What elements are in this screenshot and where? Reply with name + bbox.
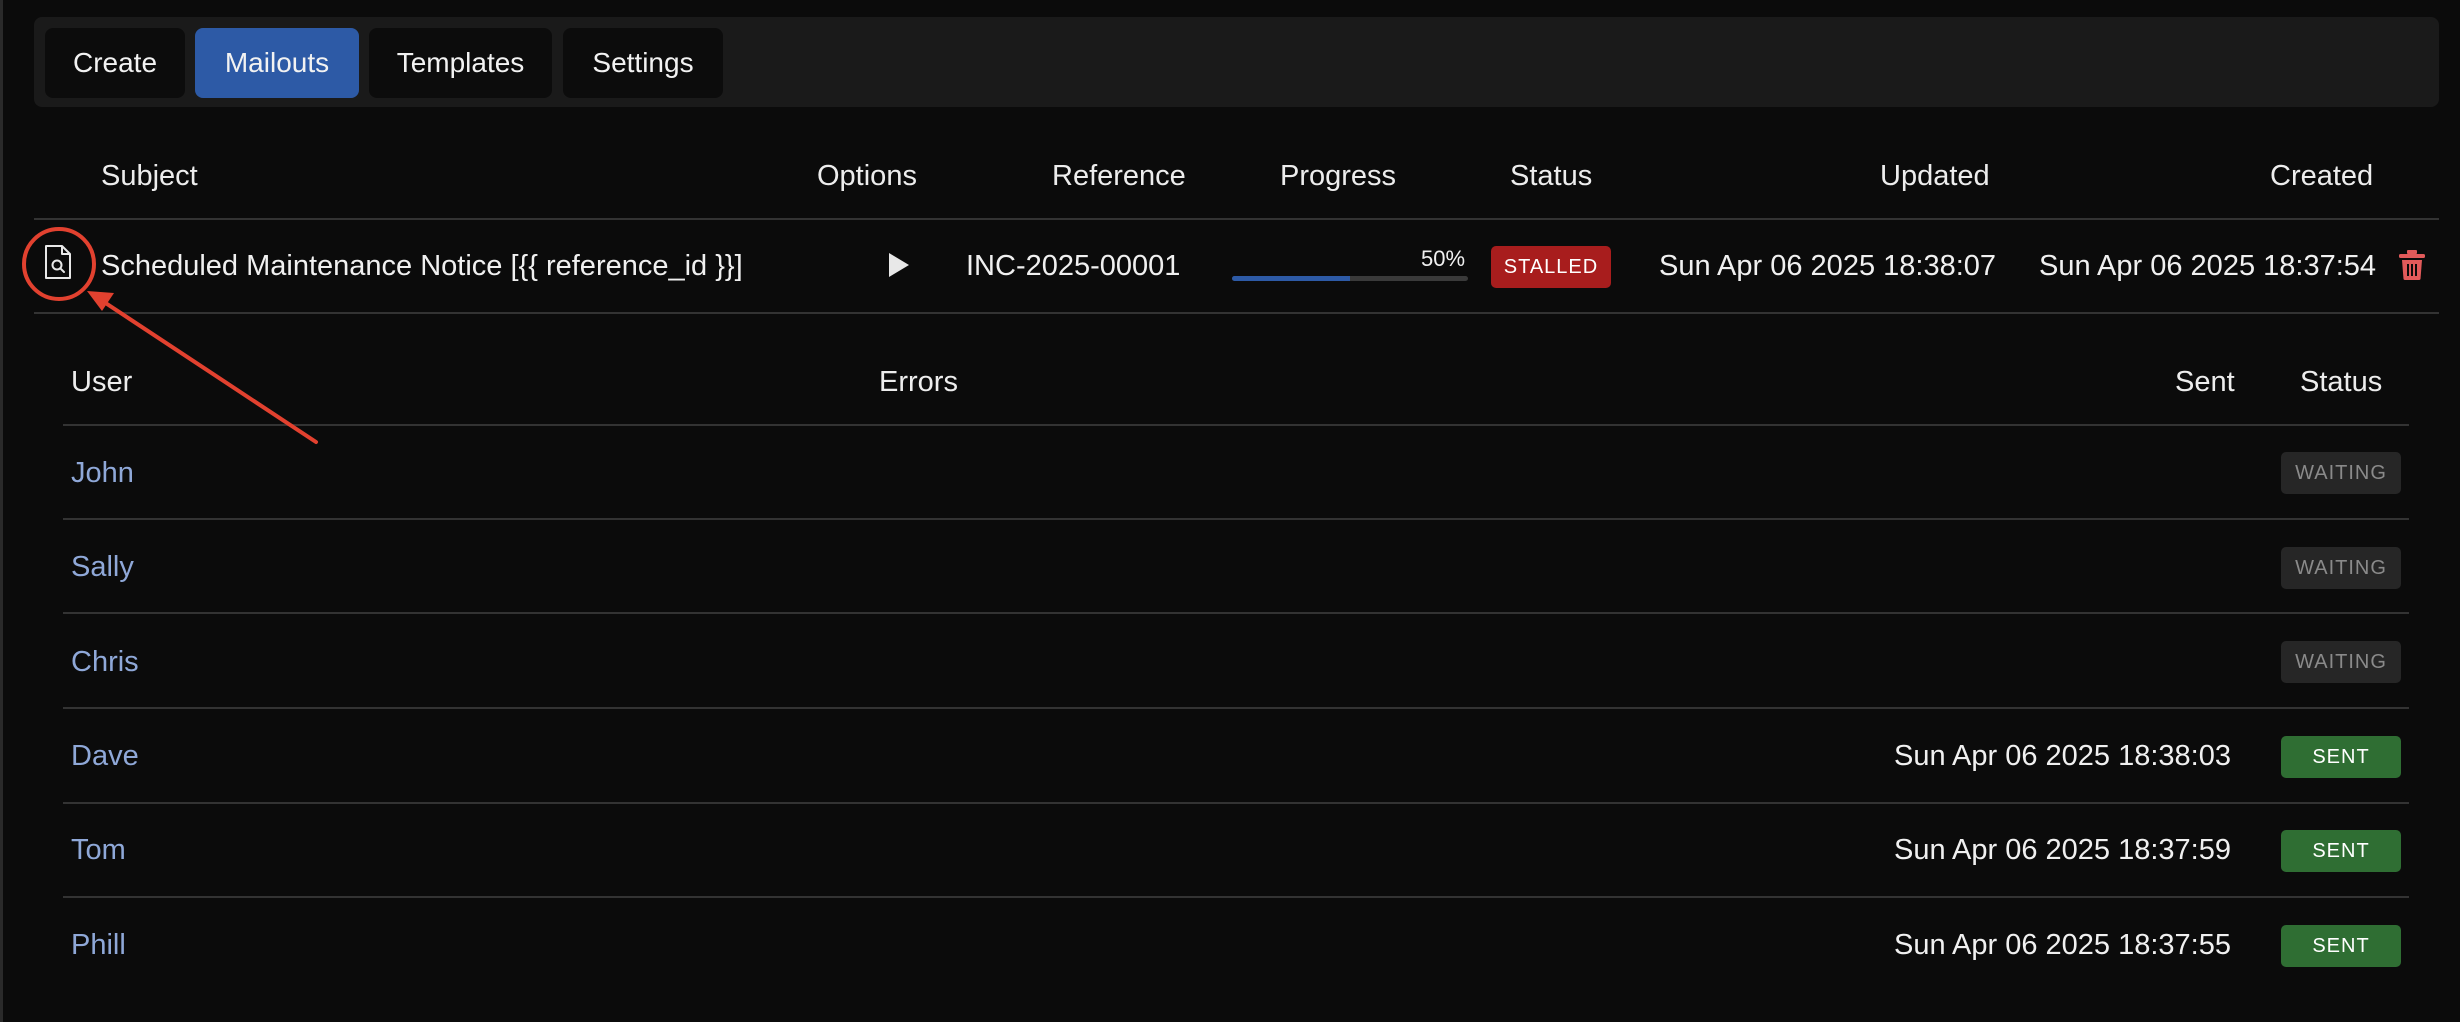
user-link[interactable]: Phill	[71, 927, 126, 963]
progress-label: 50%	[1421, 246, 1466, 271]
sub-header-divider	[63, 424, 2409, 426]
mailout-subject: Scheduled Maintenance Notice [{{ referen…	[101, 250, 743, 282]
status-badge: SENT	[2281, 736, 2401, 778]
sent-time: Sun Apr 06 2025 18:37:55	[1893, 929, 2231, 961]
progress-fill	[1232, 276, 1350, 281]
trash-icon[interactable]	[2398, 249, 2426, 281]
status-badge: SENT	[2281, 830, 2401, 872]
tab-bar: Create Mailouts Templates Settings	[34, 17, 2439, 107]
header-subject: Subject	[101, 160, 198, 192]
header-divider	[34, 218, 2439, 220]
row-divider	[34, 312, 2439, 314]
tab-create[interactable]: Create	[45, 28, 185, 98]
tab-templates[interactable]: Templates	[369, 28, 552, 98]
play-icon[interactable]	[887, 252, 911, 278]
user-link[interactable]: Sally	[71, 549, 134, 585]
tab-settings[interactable]: Settings	[563, 28, 723, 98]
row-divider	[63, 612, 2409, 614]
header-progress: Progress	[1280, 160, 1397, 192]
user-link[interactable]: John	[71, 455, 134, 491]
header-errors: Errors	[879, 366, 958, 398]
mailout-created: Sun Apr 06 2025 18:37:54	[2039, 250, 2377, 282]
header-updated: Updated	[1880, 160, 1990, 192]
annotation-arrow	[87, 291, 318, 444]
mailout-reference: INC-2025-00001	[966, 250, 1181, 282]
app-frame: Create Mailouts Templates Settings Subje…	[0, 0, 2460, 1022]
sent-time: Sun Apr 06 2025 18:38:03	[1893, 740, 2231, 772]
row-divider	[63, 707, 2409, 709]
annotation-circle	[22, 227, 96, 301]
user-link[interactable]: Tom	[71, 832, 126, 868]
header-options: Options	[817, 160, 917, 192]
row-divider	[63, 518, 2409, 520]
status-badge: WAITING	[2281, 641, 2401, 683]
status-badge: SENT	[2281, 925, 2401, 967]
row-divider	[63, 896, 2409, 898]
header-reference: Reference	[1052, 160, 1186, 192]
status-badge: WAITING	[2281, 452, 2401, 494]
mailout-updated: Sun Apr 06 2025 18:38:07	[1659, 250, 1997, 282]
header-recipient-status: Status	[2300, 366, 2383, 398]
header-created: Created	[2270, 160, 2374, 192]
sent-time: Sun Apr 06 2025 18:37:59	[1893, 834, 2231, 866]
header-status: Status	[1510, 160, 1593, 192]
status-badge: STALLED	[1491, 246, 1611, 288]
header-sent: Sent	[2175, 366, 2235, 398]
row-divider	[63, 802, 2409, 804]
header-user: User	[71, 366, 133, 398]
status-badge: WAITING	[2281, 547, 2401, 589]
user-link[interactable]: Chris	[71, 644, 139, 680]
tab-mailouts[interactable]: Mailouts	[195, 28, 359, 98]
progress-bar	[1232, 276, 1468, 281]
user-link[interactable]: Dave	[71, 738, 139, 774]
